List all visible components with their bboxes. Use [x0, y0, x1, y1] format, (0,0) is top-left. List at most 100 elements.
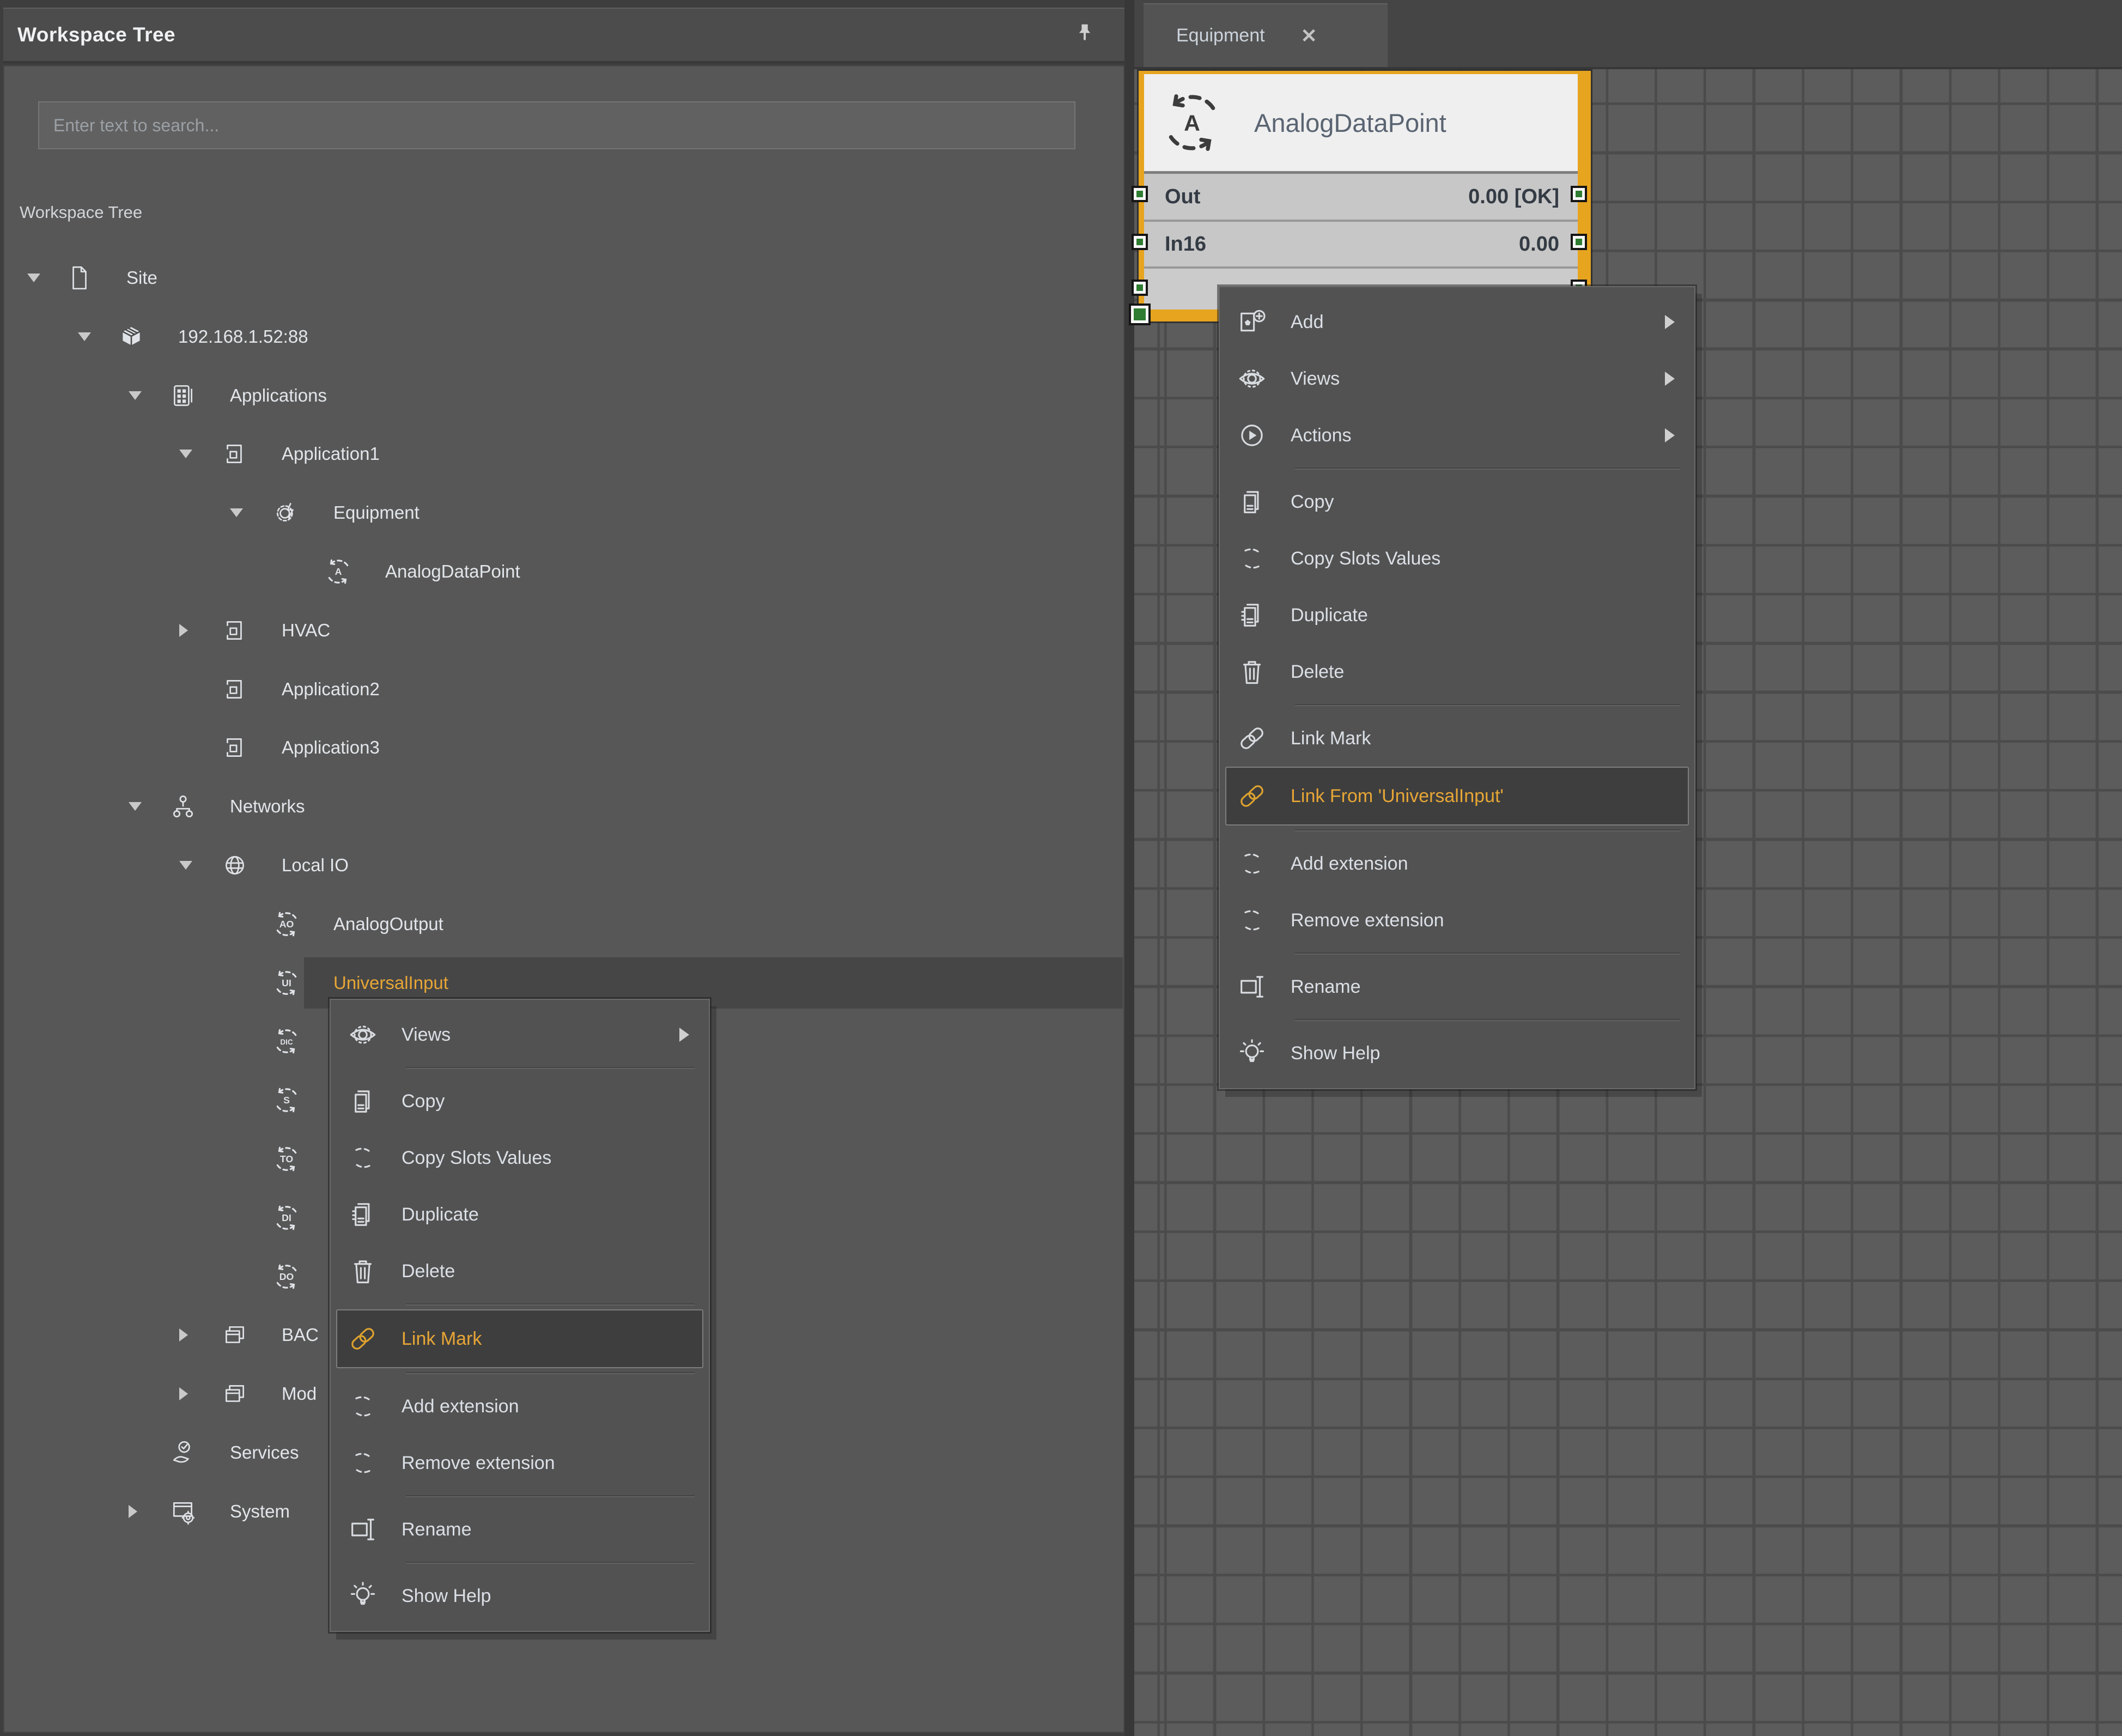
workspace-tree-panel-header: Workspace Tree: [3, 8, 1124, 63]
analog-data-point-block[interactable]: A AnalogDataPoint Out 0.00 [OK] In16 0.0…: [1139, 71, 1591, 321]
canvas-menu-item-copy-slots-values[interactable]: Copy Slots Values: [1220, 530, 1694, 587]
canvas-menu-item-link-from-universalinput[interactable]: Link From 'UniversalInput': [1225, 767, 1689, 825]
menu-item-label: Copy Slots Values: [1291, 548, 1440, 569]
block-header[interactable]: A AnalogDataPoint: [1144, 74, 1578, 174]
expander-open-icon[interactable]: [179, 861, 192, 870]
eye-icon: [1236, 363, 1268, 394]
connection-handle[interactable]: [1132, 280, 1148, 296]
adddoc-icon: [1236, 306, 1268, 338]
tree-item-site[interactable]: Site: [3, 248, 1124, 307]
expander-closed-icon[interactable]: [179, 1387, 188, 1400]
menu-item-label: Add: [1291, 312, 1324, 333]
canvas-menu-item-duplicate[interactable]: Duplicate: [1220, 587, 1694, 644]
tree-item-application1[interactable]: Application1: [3, 424, 1124, 483]
menu-item-label: Delete: [1291, 661, 1344, 683]
menu-item-label: Add extension: [1291, 853, 1408, 875]
tree-item-networks[interactable]: Networks: [3, 777, 1124, 836]
menu-item-label: Delete: [402, 1261, 455, 1282]
tree-menu-item-rename[interactable]: Rename: [331, 1501, 709, 1558]
submenu-arrow-icon: [1665, 315, 1675, 329]
duplicate-icon: [1236, 599, 1268, 631]
expander-open-icon[interactable]: [179, 450, 192, 458]
circle-UI-icon: UI: [273, 969, 300, 997]
link-icon: [1236, 723, 1268, 754]
canvas-menu-item-copy[interactable]: Copy: [1220, 474, 1694, 530]
block-slot-out[interactable]: Out 0.00 [OK]: [1144, 174, 1578, 222]
slot-value: 0.00 [OK]: [1468, 185, 1559, 209]
tree-item-analogdatapoint[interactable]: AAnalogDataPoint: [3, 542, 1124, 601]
tree-item-label: 192.168.1.52:88: [178, 326, 308, 347]
tree-item-equipment[interactable]: Equipment: [3, 483, 1124, 542]
menu-item-label: Views: [402, 1024, 451, 1046]
menu-separator: [1295, 468, 1680, 470]
tree-menu-item-duplicate[interactable]: Duplicate: [331, 1186, 709, 1243]
canvas-menu-item-remove-extension[interactable]: Remove extension: [1220, 892, 1694, 949]
tree-item-application2[interactable]: Application2: [3, 660, 1124, 719]
tree-item-label: Application1: [282, 444, 380, 464]
expander-open-icon[interactable]: [129, 391, 142, 400]
expander-closed-icon[interactable]: [179, 1328, 188, 1342]
tree-item-application3[interactable]: Application3: [3, 718, 1124, 777]
tree-menu-item-show-help[interactable]: Show Help: [331, 1568, 709, 1624]
canvas-menu-item-add-extension[interactable]: Add extension: [1220, 835, 1694, 892]
tree-menu-item-link-mark[interactable]: Link Mark: [336, 1309, 703, 1368]
canvas-menu-item-link-mark[interactable]: Link Mark: [1220, 710, 1694, 767]
submenu-arrow-icon: [1665, 428, 1675, 442]
expander-open-icon[interactable]: [78, 332, 91, 341]
connection-handle[interactable]: [1132, 234, 1148, 250]
gearbolt-icon: [273, 499, 300, 526]
network-icon: [169, 793, 197, 820]
menu-separator: [1295, 952, 1680, 955]
circle-DIC-icon: DIC: [273, 1028, 300, 1055]
expander-open-icon[interactable]: [230, 508, 243, 517]
expander-open-icon[interactable]: [27, 274, 40, 282]
tree-item-analogoutput[interactable]: AOAnalogOutput: [3, 895, 1124, 954]
connection-handle[interactable]: [1571, 234, 1587, 250]
slots-icon: [1236, 543, 1268, 574]
canvas-menu-item-add[interactable]: Add: [1220, 294, 1694, 350]
tree-menu-item-remove-extension[interactable]: Remove extension: [331, 1435, 709, 1491]
menu-item-label: Duplicate: [1291, 605, 1368, 626]
appwin-icon: [221, 734, 248, 761]
tree-menu-item-views[interactable]: Views: [331, 1006, 709, 1063]
menu-separator: [406, 1562, 695, 1564]
circle-S-icon: S: [273, 1086, 300, 1114]
tree-menu-item-copy[interactable]: Copy: [331, 1073, 709, 1130]
connection-handle[interactable]: [1132, 186, 1148, 202]
svg-text:TO: TO: [280, 1154, 293, 1164]
expander-closed-icon[interactable]: [179, 624, 188, 637]
canvas-menu-item-show-help[interactable]: Show Help: [1220, 1025, 1694, 1082]
connection-handle[interactable]: [1129, 304, 1151, 325]
block-slot-in16[interactable]: In16 0.00: [1144, 222, 1578, 269]
handle-green-dot: [1576, 191, 1582, 197]
submenu-arrow-icon: [1665, 372, 1675, 386]
bulb-icon: [347, 1580, 379, 1612]
link-icon: [347, 1323, 379, 1355]
tab-equipment[interactable]: Equipment ✕: [1144, 3, 1388, 67]
tree-menu-item-copy-slots-values[interactable]: Copy Slots Values: [331, 1130, 709, 1186]
copy-icon: [1236, 486, 1268, 518]
tree-item-192-168-1-52-88[interactable]: 192.168.1.52:88: [3, 307, 1124, 366]
circle-DI-icon: DI: [273, 1204, 300, 1231]
panel-splitter[interactable]: [1124, 0, 1134, 1736]
canvas-menu-item-actions[interactable]: Actions: [1220, 407, 1694, 464]
tree-menu-item-add-extension[interactable]: Add extension: [331, 1378, 709, 1435]
tree-item-local-io[interactable]: Local IO: [3, 836, 1124, 895]
canvas-menu-item-views[interactable]: Views: [1220, 350, 1694, 407]
slot-name: In16: [1165, 233, 1206, 256]
tree-item-applications[interactable]: Applications: [3, 366, 1124, 425]
circle-AO-icon: AO: [273, 911, 300, 938]
copy-icon: [347, 1085, 379, 1117]
tree-menu-item-delete[interactable]: Delete: [331, 1243, 709, 1300]
canvas-menu-item-delete[interactable]: Delete: [1220, 644, 1694, 700]
tree-item-hvac[interactable]: HVAC: [3, 601, 1124, 660]
block-title: AnalogDataPoint: [1254, 108, 1446, 138]
bulb-icon: [1236, 1037, 1268, 1069]
canvas-menu-item-rename[interactable]: Rename: [1220, 958, 1694, 1015]
expander-open-icon[interactable]: [129, 802, 142, 811]
search-input[interactable]: [38, 101, 1075, 149]
connection-handle[interactable]: [1571, 186, 1587, 202]
expander-closed-icon[interactable]: [129, 1505, 137, 1518]
tab-close-icon[interactable]: ✕: [1301, 26, 1317, 46]
pin-icon[interactable]: [1070, 21, 1099, 50]
